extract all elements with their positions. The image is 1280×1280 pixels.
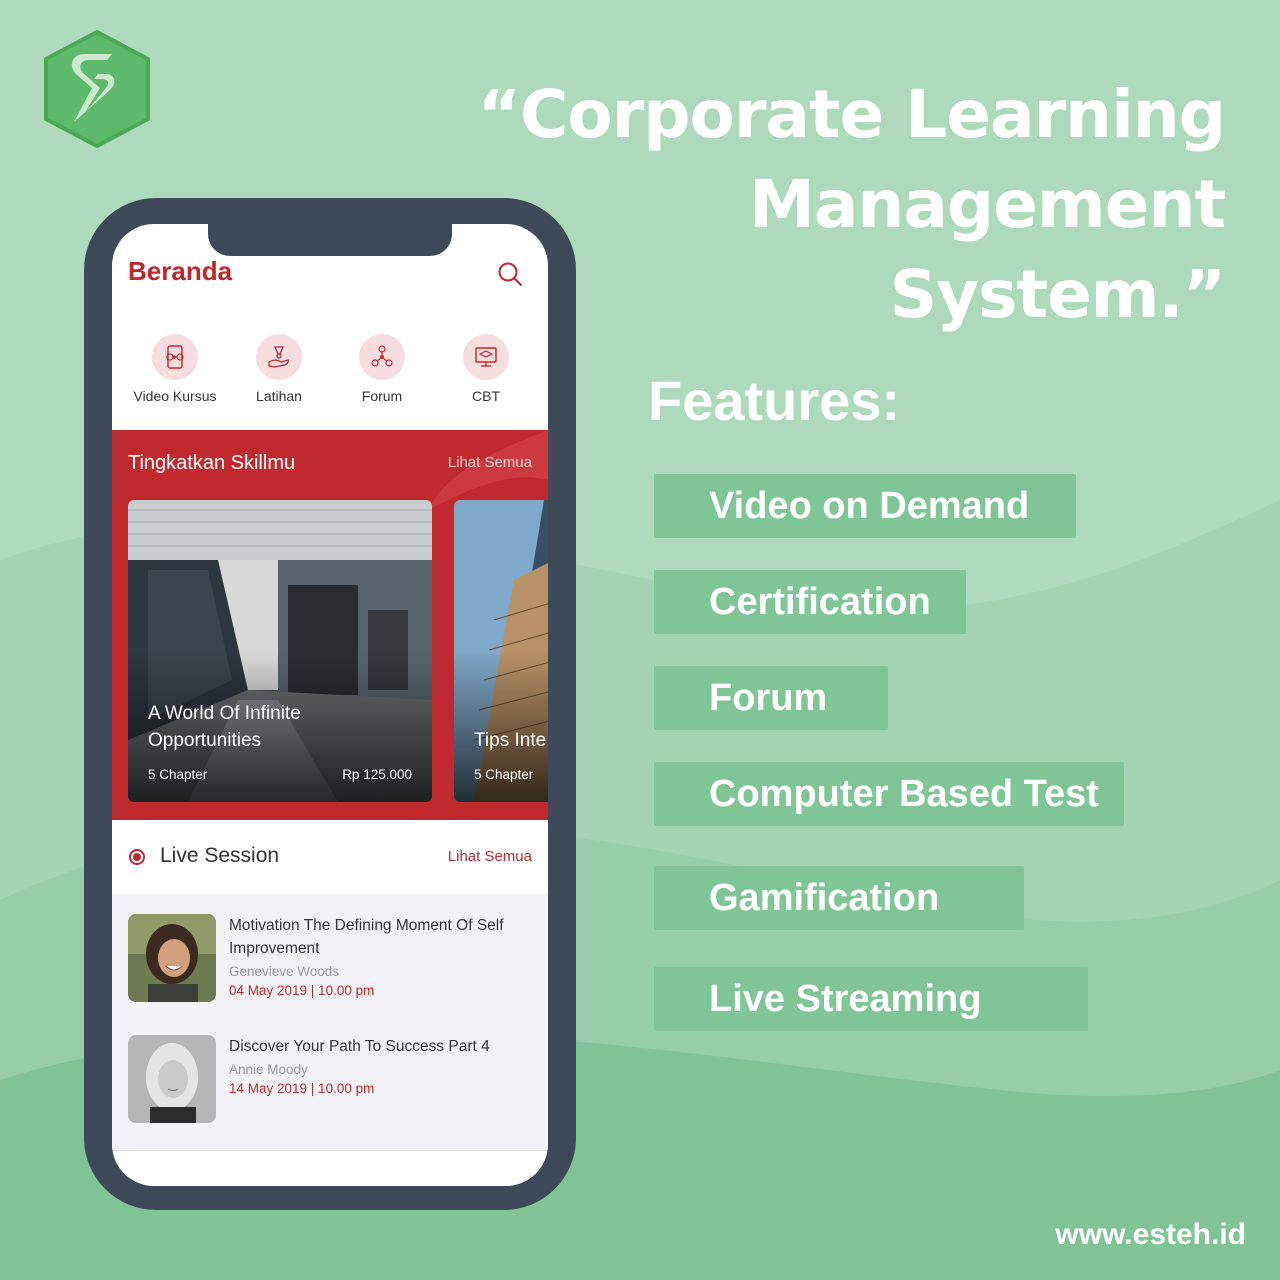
- list-item[interactable]: Discover Your Path To Success Part 4 Ann…: [128, 1035, 538, 1127]
- course-title: Tips Inte: [474, 730, 547, 751]
- avatar: [128, 914, 216, 1002]
- forum-icon: [359, 334, 405, 380]
- live-session-header: Live Session Lihat Semua: [112, 820, 548, 894]
- feature-live-streaming: Live Streaming: [654, 967, 1088, 1031]
- website-url[interactable]: www.esteh.id: [1055, 1218, 1246, 1252]
- session-author: Genevieve Woods: [229, 964, 340, 979]
- skill-section-title: Tingkatkan Skillmu: [128, 452, 296, 474]
- page-title: Beranda: [128, 256, 233, 286]
- session-title: Motivation The Defining Moment Of Self I…: [229, 917, 504, 957]
- session-info: Motivation The Defining Moment Of Self I…: [229, 914, 534, 998]
- session-info: Discover Your Path To Success Part 4 Ann…: [229, 1035, 534, 1096]
- live-see-all-link[interactable]: Lihat Semua: [448, 848, 532, 865]
- feature-video-on-demand: Video on Demand: [654, 474, 1076, 538]
- list-item[interactable]: Motivation The Defining Moment Of Self I…: [128, 914, 538, 1006]
- menu-cbt[interactable]: CBT: [431, 334, 541, 404]
- menu-video-kursus[interactable]: Video Kursus: [120, 334, 230, 404]
- feature-certification: Certification: [654, 570, 966, 634]
- esteh-logo: [44, 30, 150, 148]
- course-chapters: 5 Chapter: [148, 767, 208, 782]
- session-list: Motivation The Defining Moment Of Self I…: [112, 894, 548, 1151]
- menu-label: Latihan: [256, 388, 302, 404]
- live-session-title: Live Session: [160, 844, 280, 867]
- feature-forum: Forum: [654, 666, 888, 730]
- avatar: [128, 1035, 216, 1123]
- session-date: 14 May 2019 | 10.00 pm: [229, 1081, 375, 1096]
- menu-label: CBT: [472, 388, 500, 404]
- skill-section: Tingkatkan Skillmu Lihat Semua A World O…: [112, 430, 548, 820]
- menu-forum[interactable]: Forum: [327, 334, 437, 404]
- skill-see-all-link[interactable]: Lihat Semua: [448, 454, 532, 471]
- course-card[interactable]: A World Of Infinite Opportunities 5 Chap…: [128, 500, 432, 802]
- session-date: 04 May 2019 | 10.00 pm: [229, 983, 375, 998]
- menu-latihan[interactable]: Latihan: [224, 334, 334, 404]
- feature-gamification: Gamification: [654, 866, 1024, 930]
- course-price: Rp 125.000: [342, 767, 412, 782]
- course-chapters: 5 Chapter: [474, 767, 534, 782]
- live-indicator-icon: [129, 849, 145, 865]
- video-course-icon: [152, 334, 198, 380]
- menu-label: Forum: [361, 388, 403, 404]
- computer-test-icon: [463, 334, 509, 380]
- course-card[interactable]: Tips Inte 5 Chapter: [454, 500, 548, 802]
- feature-computer-based-test: Computer Based Test: [654, 762, 1124, 826]
- session-title: Discover Your Path To Success Part 4: [229, 1038, 490, 1055]
- course-title: A World Of Infinite Opportunities: [148, 703, 301, 751]
- headline-line-1: “Corporate Learning: [477, 76, 1226, 153]
- session-author: Annie Moody: [229, 1062, 308, 1077]
- menu-label: Video Kursus: [133, 388, 217, 404]
- features-title: Features:: [648, 369, 901, 432]
- phone-screen: Beranda Video Kursus Latihan Forum CBT T…: [112, 224, 548, 1186]
- search-icon[interactable]: [496, 260, 524, 288]
- phone-notch: [208, 224, 452, 256]
- exercise-icon: [256, 334, 302, 380]
